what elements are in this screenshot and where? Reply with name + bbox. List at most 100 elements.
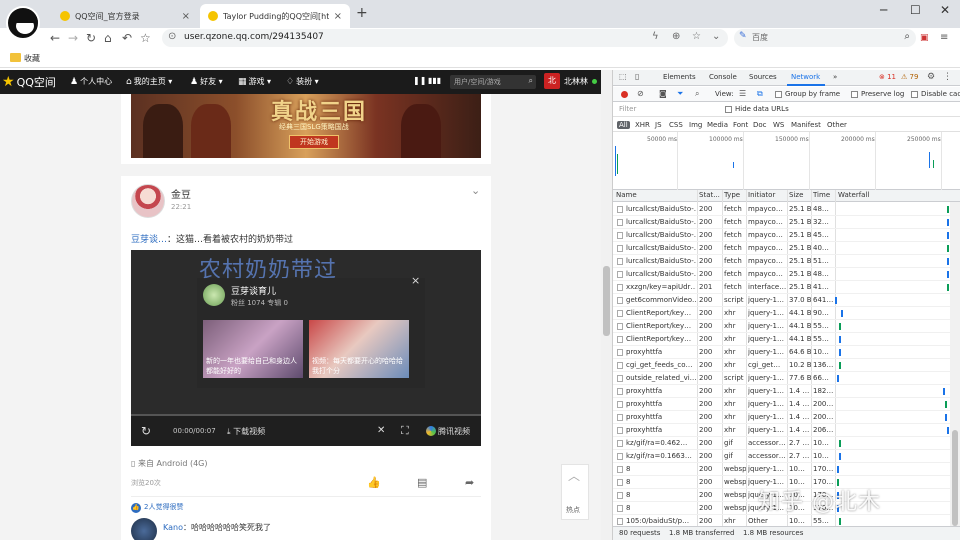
author-avatar[interactable] <box>131 184 165 218</box>
related-video-thumb[interactable]: 视频：每天都要开心的哈哈给我打个分 <box>309 320 409 378</box>
inspect-icon[interactable]: ⬚ <box>619 72 627 81</box>
table-row[interactable]: xxzgn/key=apiUdr… 201 fetch interface… 25.1 … <box>613 281 960 294</box>
table-row[interactable]: ClientReport/key… 200 xhr jquery-1… 44.1 B 90… <box>613 307 960 320</box>
chevron-up-icon[interactable]: ︿ <box>568 467 580 484</box>
extension-icon[interactable]: ▣ <box>920 30 929 46</box>
filter-input[interactable]: Filter <box>617 105 717 115</box>
type-xhr[interactable]: XHR <box>635 121 650 129</box>
col-status[interactable]: Stat... <box>699 191 720 199</box>
related-video-thumb[interactable]: 新的一年也要给自己和身边人都能好好的 <box>203 320 303 378</box>
table-row[interactable]: proxyhttfa 200 xhr jquery-1… 1.4 … 200… <box>613 398 960 411</box>
type-js[interactable]: JS <box>655 121 662 129</box>
table-row[interactable]: 8 200 websp…jquery-1… 10… 170… <box>613 463 960 476</box>
pause-icon[interactable]: ❚❚ <box>413 76 426 85</box>
hot-label[interactable]: 热点 <box>566 505 580 515</box>
chevron-down-icon[interactable]: ⌄ <box>712 31 720 42</box>
like-icon[interactable]: 👍 <box>367 476 381 489</box>
type-doc[interactable]: Doc <box>753 121 767 129</box>
new-tab-button[interactable]: + <box>356 5 368 21</box>
col-initiator[interactable]: Initiator <box>748 191 775 199</box>
more-tabs-icon[interactable]: » <box>833 73 837 81</box>
search-icon[interactable]: ⌕ <box>529 76 533 86</box>
tab-elements[interactable]: Elements <box>663 73 696 81</box>
comment-icon[interactable]: ▤ <box>417 476 427 489</box>
fullscreen-icon[interactable]: ⛶ <box>401 424 409 438</box>
table-row[interactable]: lurcallcst/BaiduSto-… 200 fetch mpayco… 25.1… <box>613 268 960 281</box>
table-row[interactable]: lurcallcst/BaiduSto-… 200 fetch mpayco… 25.1… <box>613 255 960 268</box>
channel-name[interactable]: 豆芽谈育儿 <box>231 284 276 297</box>
type-media[interactable]: Media <box>707 121 728 129</box>
back-to-top-widget[interactable]: ︿ 热点 <box>561 464 589 520</box>
commenter-name[interactable]: Kano <box>163 523 183 532</box>
record-icon[interactable] <box>621 91 628 98</box>
table-row[interactable]: get6commonVideo… 200 script jquery-1… 37.0 B… <box>613 294 960 307</box>
tab-qzone-login[interactable]: QQ空间_官方登录 × <box>52 4 198 28</box>
table-row[interactable]: proxyhttfa 200 xhr jquery-1… 1.4 … 182… <box>613 385 960 398</box>
reload-icon[interactable]: ↻ <box>86 30 96 46</box>
undo-icon[interactable]: ↶ <box>122 30 132 46</box>
table-row[interactable]: ClientReport/key… 200 xhr jquery-1… 44.1 B 55… <box>613 320 960 333</box>
type-all[interactable]: All <box>617 121 630 129</box>
close-icon[interactable]: × <box>182 11 190 22</box>
bookmark-folder[interactable]: 收藏 <box>24 53 40 64</box>
waterfall-view-icon[interactable]: ⧉ <box>757 89 763 99</box>
table-row[interactable]: lurcallcst/BaiduSto-… 200 fetch mpayco… 25.1… <box>613 203 960 216</box>
table-row[interactable]: outside_related_vi… 200 script jquery-1… 77.… <box>613 372 960 385</box>
mute-icon[interactable]: ✕ <box>377 425 385 436</box>
menu-icon[interactable]: ≡ <box>940 30 948 46</box>
table-row[interactable]: kz/gif/ra=0.1663… 200 gif accessor… 2.7 … 10… <box>613 450 960 463</box>
start-game-button[interactable]: 开始游戏 <box>289 135 339 149</box>
preserve-log-checkbox[interactable] <box>851 91 858 98</box>
likes-line[interactable]: 👍 2人觉得很赞 <box>131 502 183 513</box>
commenter-avatar[interactable] <box>131 518 157 540</box>
chevron-down-icon[interactable]: ⌄ <box>471 184 480 197</box>
network-overview[interactable]: 50000 ms 100000 ms 150000 ms 200000 ms 2… <box>613 132 960 190</box>
filter-icon[interactable]: ⏷ <box>677 89 683 99</box>
col-name[interactable]: Name <box>616 191 637 199</box>
nav-friends[interactable]: ♟ 好友 ▾ <box>190 76 223 87</box>
table-row[interactable]: cgi_get_feeds_co… 200 xhr cgi_get… 10.2 B 136… <box>613 359 960 372</box>
author-name[interactable]: 金豆 <box>171 186 191 201</box>
qzone-logo[interactable]: ★ QQ空间 <box>2 74 56 90</box>
col-time[interactable]: Time <box>813 191 830 199</box>
col-size[interactable]: Size <box>789 191 803 199</box>
channel-avatar[interactable] <box>203 284 225 306</box>
game-ad-banner[interactable]: 真战三国 经典三国SLG策略国战 开始游戏 <box>131 94 481 158</box>
tab-network[interactable]: Network <box>791 73 820 81</box>
scrollbar-thumb[interactable] <box>952 430 958 526</box>
video-player[interactable]: 农村奶奶带过 豆芽谈育儿 粉丝 1074 专辑 0 × 新的一年也要给自己和身边… <box>131 250 481 446</box>
nav-my-homepage[interactable]: ⌂ 我的主页 ▾ <box>126 76 172 87</box>
type-img[interactable]: Img <box>689 121 702 129</box>
scrollbar-thumb[interactable] <box>603 266 610 336</box>
clear-icon[interactable]: ⊘ <box>637 89 644 98</box>
table-row[interactable]: lurcallcst/BaiduSto-… 200 fetch mpayco… 25.1… <box>613 229 960 242</box>
table-row[interactable]: lurcallcst/BaiduSto-… 200 fetch mpayco… 25.1… <box>613 242 960 255</box>
type-css[interactable]: CSS <box>669 121 683 129</box>
search-box[interactable]: ✎ 百度 ⌕ <box>734 29 916 47</box>
gear-icon[interactable]: ⚙ <box>927 72 935 82</box>
nav-decorate[interactable]: ♢ 装扮 ▾ <box>286 76 319 87</box>
home-icon[interactable]: ⌂ <box>104 30 112 46</box>
page-scrollbar[interactable] <box>601 70 612 540</box>
tab-qzone-profile[interactable]: Taylor Pudding的QQ空间[http://2 × <box>200 4 350 28</box>
error-count[interactable]: ⊗ 11 <box>879 73 896 81</box>
signal-icon[interactable]: ▮▮▮ <box>428 76 441 85</box>
table-row[interactable]: kz/gif/ra=0.462… 200 gif accessor… 2.7 … 10… <box>613 437 960 450</box>
bookmark-star-icon[interactable]: ☆ <box>692 31 701 42</box>
video-progress-bar[interactable] <box>131 414 481 416</box>
target-icon[interactable]: ⊕ <box>672 31 680 42</box>
tencent-video-brand[interactable]: 腾讯视频 <box>426 426 470 437</box>
close-window-button[interactable]: ✕ <box>940 3 950 17</box>
close-icon[interactable]: × <box>334 11 342 22</box>
share-icon[interactable]: ➦ <box>465 476 474 489</box>
table-row[interactable]: lurcallcst/BaiduSto-… 200 fetch mpayco… 25.1… <box>613 216 960 229</box>
list-view-icon[interactable]: ☰ <box>739 89 746 98</box>
table-row[interactable]: proxyhttfa 200 xhr jquery-1… 1.4 … 200… <box>613 411 960 424</box>
hide-data-urls-checkbox[interactable] <box>725 106 732 113</box>
user-name[interactable]: 北林林 <box>564 76 588 87</box>
table-scrollbar[interactable] <box>950 202 960 528</box>
maximize-button[interactable]: ☐ <box>910 3 921 17</box>
user-avatar[interactable]: 北 <box>544 73 560 89</box>
more-options-icon[interactable]: ⋮ <box>943 72 952 82</box>
tab-sources[interactable]: Sources <box>749 73 777 81</box>
